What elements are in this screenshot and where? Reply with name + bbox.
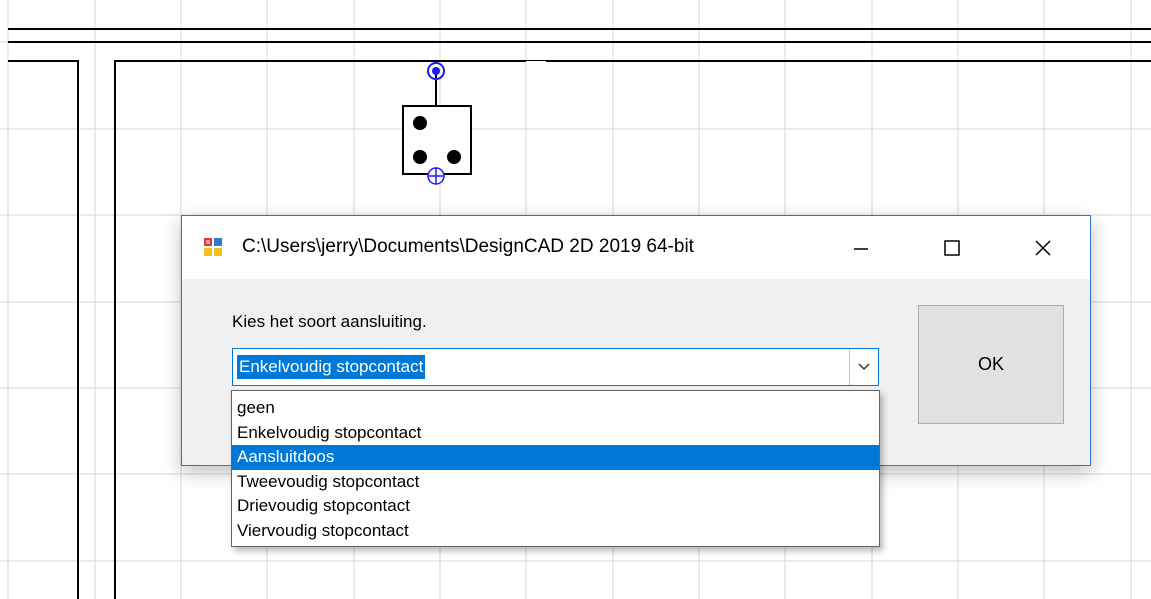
dropdown-option[interactable]: Aansluitdoos (232, 445, 879, 470)
snap-marker-bottom[interactable] (427, 167, 445, 185)
dropdown-option[interactable]: Viervoudig stopcontact (232, 519, 879, 544)
close-button[interactable] (1012, 216, 1074, 279)
ok-button[interactable]: OK (918, 305, 1064, 424)
dialog-title: C:\Users\jerry\Documents\DesignCAD 2D 20… (242, 236, 694, 257)
combo-selected-text[interactable]: Enkelvoudig stopcontact (235, 354, 427, 380)
minimize-icon (854, 247, 868, 250)
prompt-label: Kies het soort aansluiting. (232, 312, 427, 331)
maximize-button[interactable] (921, 216, 983, 279)
combo-dropdown-button[interactable] (849, 349, 878, 385)
designcad-app-icon (204, 238, 222, 256)
combo-dropdown-list[interactable]: geen Enkelvoudig stopcontact Aansluitdoos T… (231, 390, 880, 547)
dropdown-option[interactable]: Drievoudig stopcontact (232, 494, 879, 519)
chevron-down-icon (858, 363, 870, 371)
connection-type-combobox[interactable]: Enkelvoudig stopcontact (232, 348, 879, 386)
minimize-button[interactable] (830, 216, 892, 279)
dropdown-option[interactable]: Tweevoudig stopcontact (232, 470, 879, 495)
close-icon (1035, 239, 1051, 256)
maximize-icon (944, 239, 960, 256)
dialog-titlebar[interactable]: C:\Users\jerry\Documents\DesignCAD 2D 20… (182, 216, 1090, 279)
dropdown-option[interactable]: geen (232, 396, 879, 421)
socket-symbol[interactable] (402, 73, 472, 175)
dropdown-option[interactable]: Enkelvoudig stopcontact (232, 421, 879, 446)
